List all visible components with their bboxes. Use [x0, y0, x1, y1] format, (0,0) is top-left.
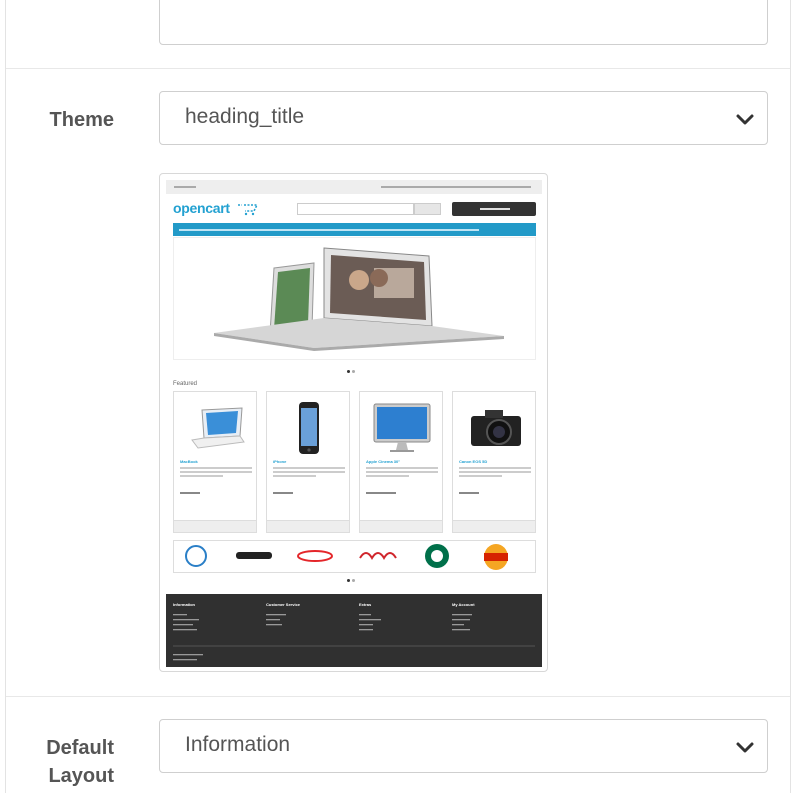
preview-search-button [414, 203, 441, 215]
preview-product-actions [453, 520, 535, 532]
preview-product-actions [267, 520, 349, 532]
preview-banner-pagination [346, 370, 356, 373]
preview-product-price-placeholder [273, 492, 293, 494]
preview-product-price-placeholder [459, 492, 479, 494]
preview-search-input [297, 203, 414, 215]
theme-preview-screenshot: opencart Featured MacBook iPhone Apple C… [166, 180, 542, 667]
preview-product-name: iPhone [273, 459, 287, 464]
chevron-down-icon [736, 114, 754, 125]
laptop-image-icon [214, 247, 504, 351]
preview-product-card: MacBook [173, 391, 257, 533]
macbook-image-icon [191, 407, 245, 449]
description-textarea[interactable] [159, 0, 768, 45]
chevron-down-icon [736, 742, 754, 753]
iphone-image-icon [299, 402, 319, 454]
preview-product-price-placeholder [180, 492, 200, 494]
brand-logos-icon [185, 544, 508, 570]
theme-select-value: heading_title [185, 105, 305, 128]
default-layout-label: Default Layout [46, 737, 114, 787]
preview-brand-carousel [173, 540, 536, 573]
default-layout-select-value: Information [185, 733, 291, 756]
preview-product-card: Canon EOS 5D [452, 391, 536, 533]
preview-menu-bar [173, 223, 536, 236]
preview-banner [173, 237, 536, 360]
preview-product-name: MacBook [180, 459, 198, 464]
preview-product-card: iPhone [266, 391, 350, 533]
theme-label: Theme [49, 109, 114, 131]
preview-product-actions [174, 520, 256, 532]
preview-brand-pagination [346, 579, 356, 582]
preview-footer: Information Customer Service Extras My A… [166, 594, 542, 667]
preview-product-card: Apple Cinema 30" [359, 391, 443, 533]
preview-product-price-placeholder [366, 492, 396, 494]
preview-product-actions [360, 520, 442, 532]
preview-cart-button [452, 202, 536, 216]
preview-topbar [166, 180, 542, 194]
settings-form: Theme heading_title opencart Featured Ma… [5, 0, 791, 793]
theme-select[interactable]: heading_title [159, 91, 768, 145]
preview-product-name: Canon EOS 5D [459, 459, 488, 464]
preview-footer-links [173, 614, 535, 661]
preview-logo: opencart [173, 200, 230, 216]
preview-featured-label: Featured [173, 381, 198, 387]
theme-preview-thumbnail: opencart Featured MacBook iPhone Apple C… [159, 173, 548, 672]
preview-product-name: Apple Cinema 30" [366, 459, 401, 464]
preview-logo-cart-icon [238, 204, 259, 216]
apple-cinema-display-image-icon [373, 403, 431, 452]
canon-camera-image-icon [471, 410, 521, 446]
default-layout-select[interactable]: Information [159, 719, 768, 773]
